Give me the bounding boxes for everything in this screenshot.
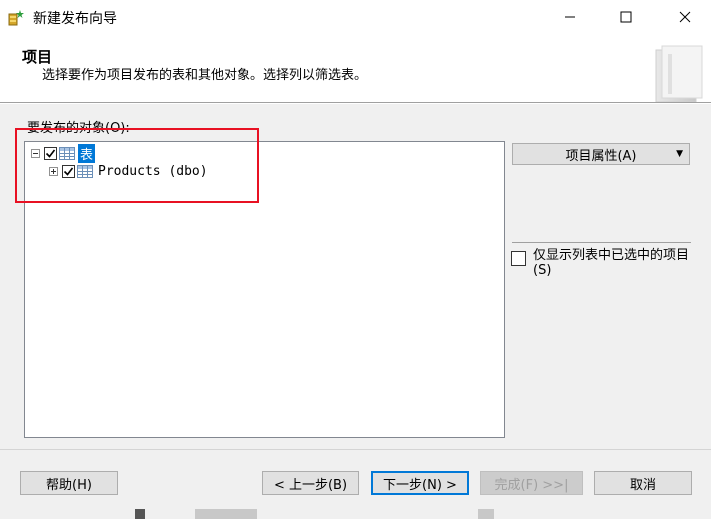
minimize-icon (565, 16, 575, 18)
show-checked-only-label[interactable]: 仅显示列表中已选中的项目(S) (533, 248, 693, 278)
article-properties-label: 项目属性(A) (565, 148, 637, 164)
background-window-strip (0, 509, 711, 519)
close-icon (679, 11, 691, 23)
wizard-banner-icon (650, 44, 708, 103)
page-subtitle: 选择要作为项目发布的表和其他对象。选择列以筛选表。 (42, 68, 368, 83)
dropdown-arrow-icon: ▼ (676, 149, 683, 159)
back-button[interactable]: < 上一步(B) (262, 471, 359, 495)
show-checked-only-checkbox[interactable] (511, 251, 526, 266)
footer-divider (0, 449, 711, 450)
annotation-highlight-box (15, 128, 259, 203)
cancel-button[interactable]: 取消 (594, 471, 692, 495)
article-properties-dropdown[interactable]: 项目属性(A) ▼ (512, 143, 690, 165)
wizard-app-icon (8, 8, 26, 26)
minimize-button[interactable] (547, 0, 593, 34)
help-button[interactable]: 帮助(H) (20, 471, 118, 495)
close-button[interactable] (662, 0, 708, 34)
maximize-icon (620, 11, 632, 23)
next-button[interactable]: 下一步(N) > (371, 471, 469, 495)
maximize-button[interactable] (603, 0, 649, 34)
finish-button: 完成(F) >>| (480, 471, 583, 495)
side-divider (512, 242, 691, 243)
window-title: 新建发布向导 (33, 11, 117, 27)
